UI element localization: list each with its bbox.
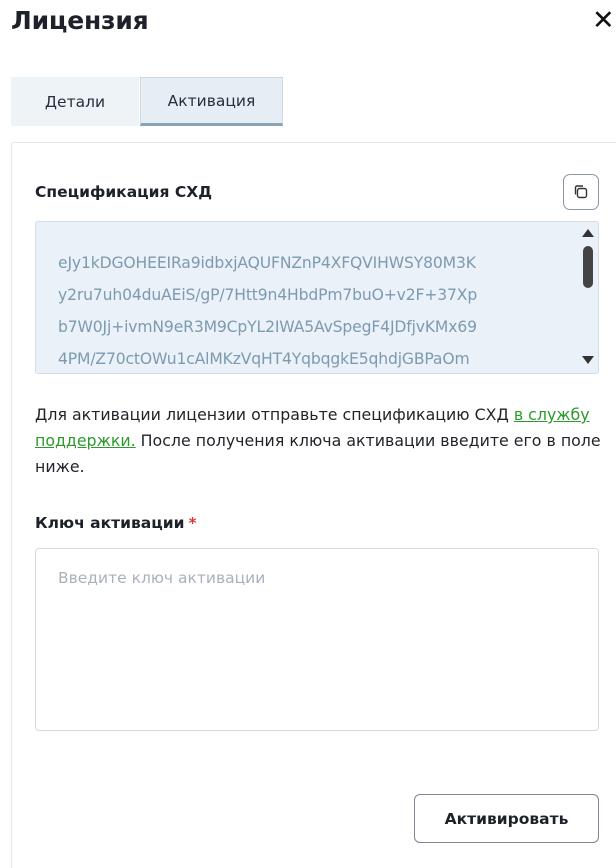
tab-details[interactable]: Детали [11, 77, 139, 126]
instructions-text-before: Для активации лицензии отправьте специфи… [35, 405, 514, 424]
close-icon[interactable]: ✕ [592, 6, 616, 36]
specification-text: eJy1kDGOHEEIRa9idbxjAQUFNZnP4XFQVIHWSY80… [58, 254, 478, 368]
tab-bar: Детали Активация [11, 77, 283, 126]
specification-textarea[interactable]: eJy1kDGOHEEIRa9idbxjAQUFNZnP4XFQVIHWSY80… [35, 221, 599, 374]
scroll-up-icon[interactable] [582, 229, 594, 237]
tab-activation[interactable]: Активация [140, 77, 283, 126]
scroll-down-icon[interactable] [582, 356, 594, 364]
activate-button[interactable]: Активировать [414, 794, 599, 843]
dialog-title: Лицензия [11, 6, 149, 35]
copy-button[interactable] [563, 174, 599, 210]
activation-key-input[interactable] [35, 548, 599, 731]
activation-instructions: Для активации лицензии отправьте специфи… [35, 402, 605, 480]
specification-label: Спецификация СХД [35, 183, 212, 201]
required-mark: * [188, 514, 197, 532]
activation-key-label: Ключ активации * [35, 514, 197, 532]
copy-icon [574, 185, 588, 199]
activation-key-label-text: Ключ активации [35, 514, 185, 532]
specification-scrollbar[interactable] [576, 222, 598, 373]
scrollbar-thumb[interactable] [583, 246, 593, 288]
